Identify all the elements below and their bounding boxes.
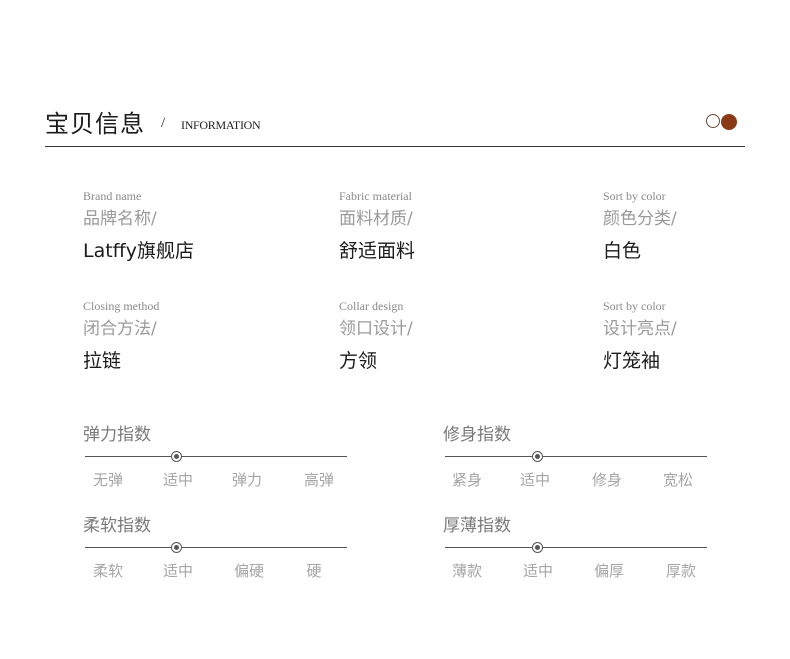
outline-circle-icon	[706, 114, 720, 128]
attribute-label-en: Closing method	[83, 299, 160, 313]
scale-track	[445, 456, 707, 457]
scale-option: 适中	[519, 471, 550, 489]
scale-option: 适中	[522, 562, 553, 580]
attribute-label-en: Fabric material	[339, 189, 412, 203]
scale-option: 柔软	[92, 562, 123, 580]
attribute-label-en: Collar design	[339, 299, 404, 313]
scale-title: 柔软指数	[83, 516, 151, 536]
scale-option: 厚款	[665, 562, 696, 580]
scale-option: 宽松	[662, 471, 693, 489]
scale-option: 偏厚	[593, 562, 624, 580]
scale-option: 适中	[162, 562, 193, 580]
scale-option: 修身	[591, 471, 622, 489]
scale-marker-icon	[171, 451, 182, 462]
attribute-label-en: Sort by color	[603, 189, 666, 203]
attribute-label-en: Brand name	[83, 189, 142, 203]
attribute-design: Sort by color 设计亮点/ 灯笼袖	[603, 298, 677, 373]
attribute-value: 白色	[603, 240, 642, 262]
attribute-collar: Collar design 领口设计/ 方领	[339, 298, 413, 373]
attribute-brand: Brand name 品牌名称/ Latffy旗舰店	[83, 188, 194, 263]
header-divider	[45, 146, 745, 147]
scale-title: 修身指数	[443, 425, 511, 445]
scale-option: 弹力	[231, 471, 262, 489]
filled-circle-icon	[721, 114, 737, 130]
page-title: 宝贝信息	[45, 110, 145, 138]
attribute-closing: Closing method 闭合方法/ 拉链	[83, 298, 159, 373]
scale-fit: 修身指数 紧身 适中 修身 宽松	[443, 424, 708, 489]
attribute-color: Sort by color 颜色分类/ 白色	[603, 188, 677, 263]
attribute-label-cn: 面料材质/	[339, 209, 413, 229]
attribute-fabric: Fabric material 面料材质/ 舒适面料	[339, 188, 415, 263]
attribute-value: 灯笼袖	[603, 350, 661, 372]
attribute-value: 拉链	[83, 350, 122, 372]
scale-option: 无弹	[92, 471, 123, 489]
scale-track	[85, 547, 347, 548]
scale-marker-icon	[171, 542, 182, 553]
scale-title: 厚薄指数	[443, 516, 511, 536]
scale-option: 偏硬	[233, 562, 264, 580]
attribute-label-cn: 领口设计/	[339, 319, 413, 339]
attribute-label-cn: 品牌名称/	[83, 209, 157, 229]
attribute-value: 舒适面料	[339, 240, 416, 262]
page-subtitle: INFORMATION	[181, 118, 261, 132]
scale-marker-icon	[532, 451, 543, 462]
attribute-label-cn: 颜色分类/	[603, 209, 677, 229]
scale-track	[445, 547, 707, 548]
scale-softness: 柔软指数 柔软 适中 偏硬 硬	[83, 515, 348, 580]
scale-option: 硬	[306, 562, 322, 580]
scale-marker-icon	[532, 542, 543, 553]
scale-track	[85, 456, 347, 457]
scale-elasticity: 弹力指数 无弹 适中 弹力 高弹	[83, 424, 348, 489]
attribute-label-cn: 闭合方法/	[83, 319, 157, 339]
scale-option: 适中	[162, 471, 193, 489]
scale-option: 高弹	[303, 471, 334, 489]
attribute-value: 方领	[339, 350, 378, 372]
scale-title: 弹力指数	[83, 425, 151, 445]
scale-option: 紧身	[451, 471, 482, 489]
attribute-label-cn: 设计亮点/	[603, 319, 677, 339]
attribute-label-en: Sort by color	[603, 299, 666, 313]
attribute-value: Latffy旗舰店	[83, 240, 195, 262]
scale-thickness: 厚薄指数 薄款 适中 偏厚 厚款	[443, 515, 708, 580]
scale-option: 薄款	[451, 562, 482, 580]
title-separator: /	[161, 115, 166, 131]
